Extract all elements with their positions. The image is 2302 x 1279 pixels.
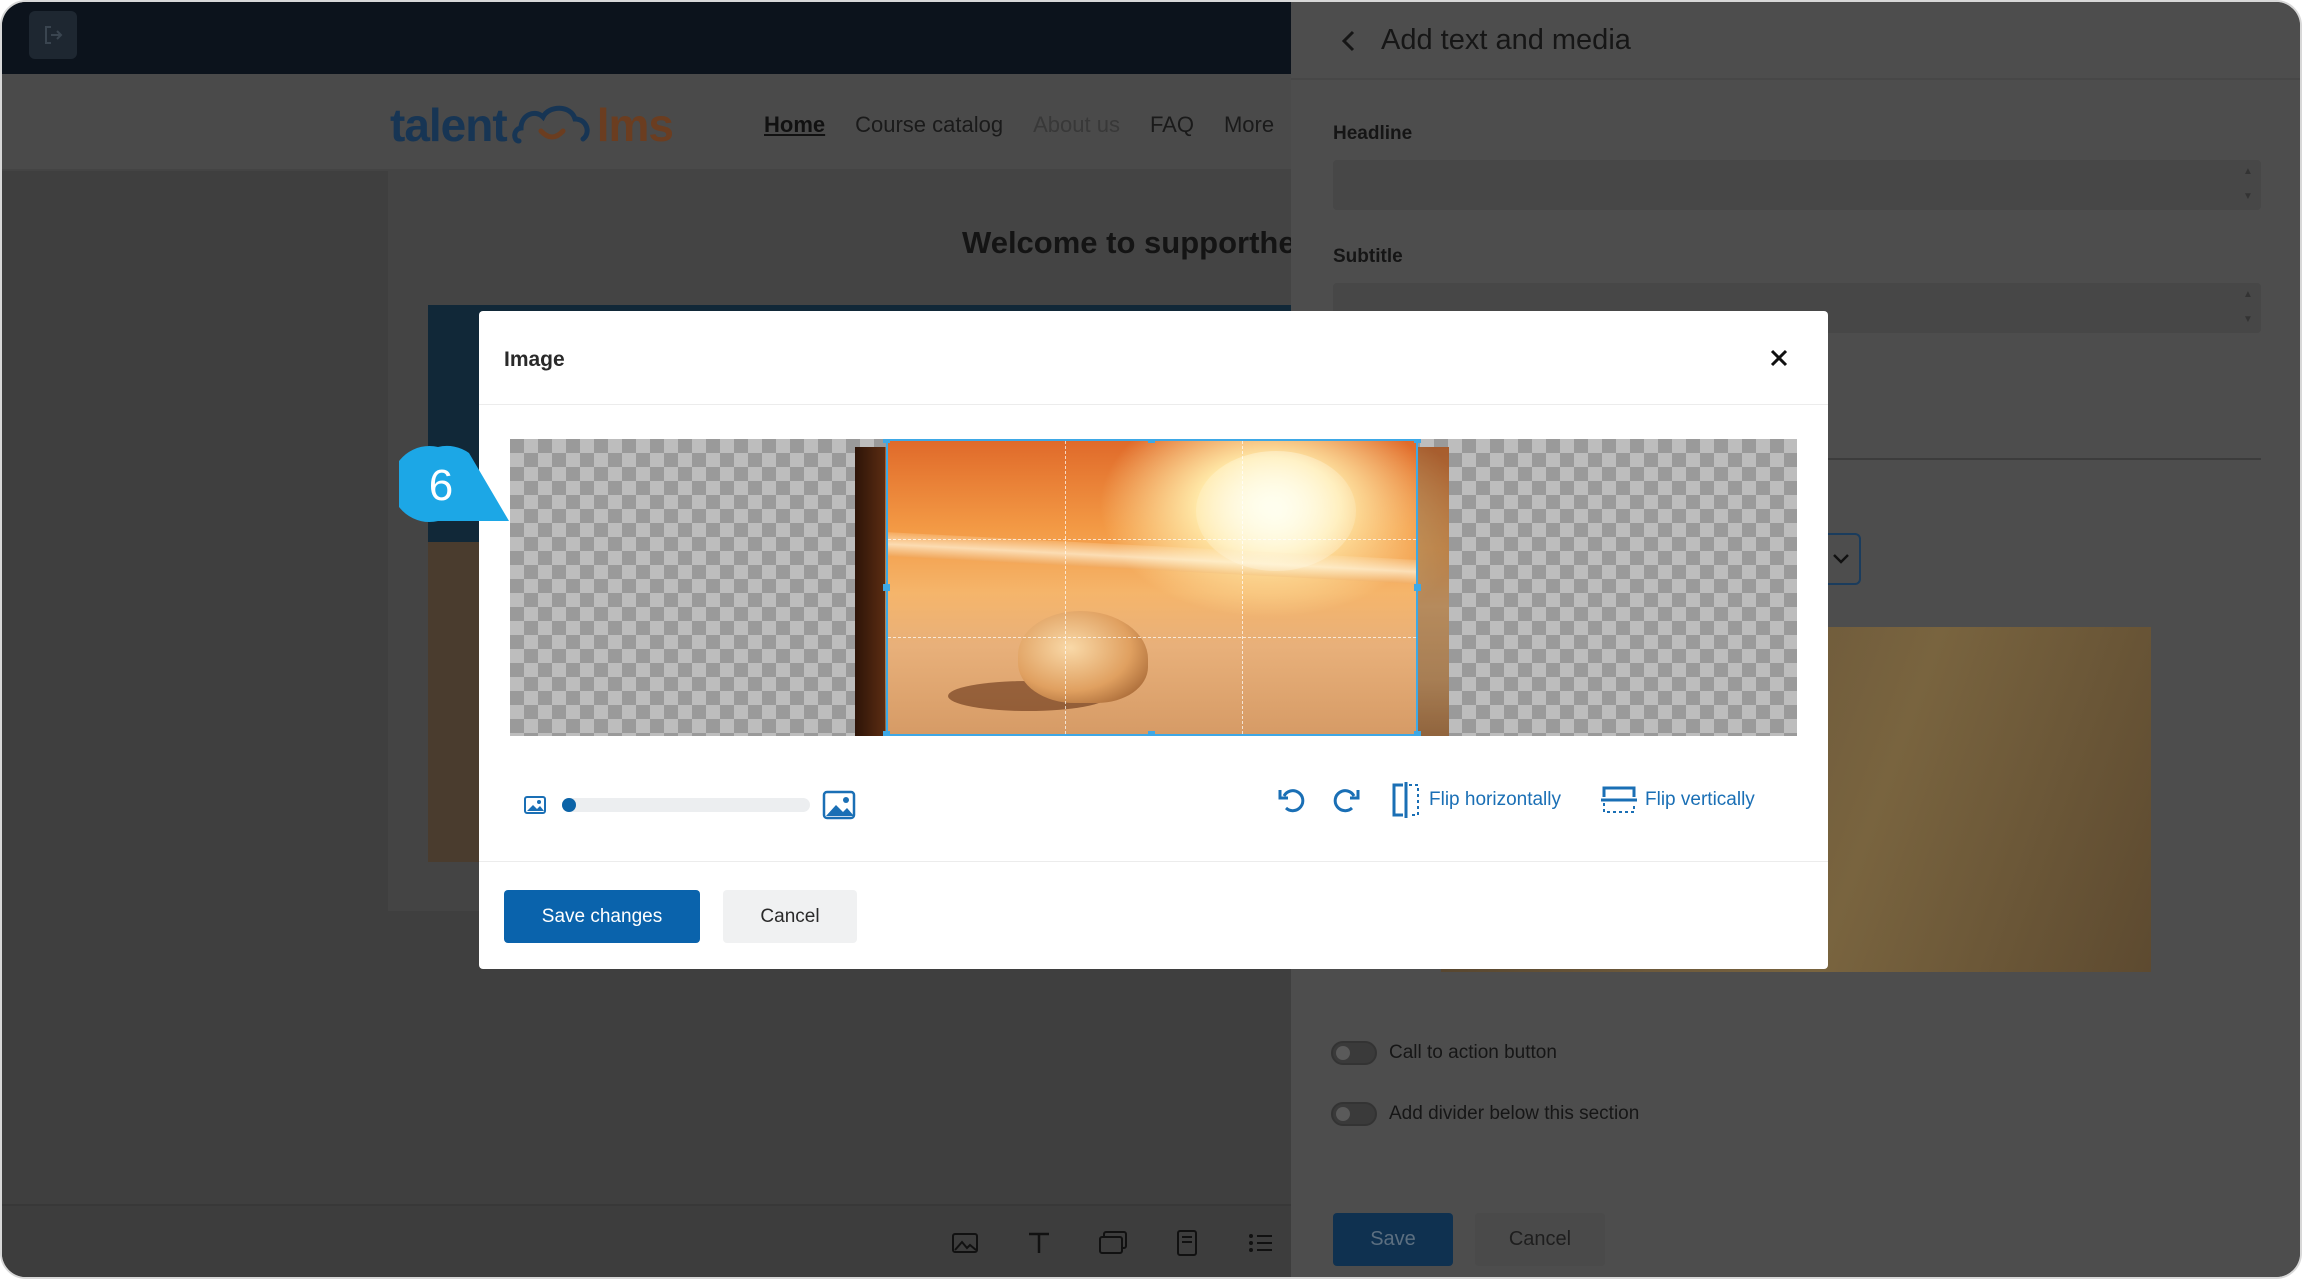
layout-select[interactable] (1823, 533, 1861, 585)
modal-title: Image (504, 348, 565, 371)
flip-vertical-icon (1601, 786, 1637, 813)
rotate-left-button[interactable] (1273, 781, 1311, 819)
crop-grid-line (888, 539, 1416, 540)
image-tools: Flip horizontally Flip vertically (1273, 781, 1785, 819)
crop-handle-top-left[interactable] (883, 439, 890, 443)
zoom-slider-knob[interactable] (562, 798, 576, 812)
crop-handle-bottom-left[interactable] (883, 731, 890, 736)
headline-input[interactable]: ▲ ▼ (1333, 160, 2261, 210)
zoom-slider[interactable] (562, 798, 810, 812)
rotate-left-icon (1278, 789, 1305, 813)
crop-handle-right[interactable] (1414, 584, 1421, 591)
divider-toggle[interactable] (1331, 1102, 1377, 1126)
flip-horizontal-label: Flip horizontally (1429, 789, 1561, 810)
editor-topbar (2, 2, 1291, 74)
zoom-control (524, 790, 856, 820)
close-icon (1770, 349, 1788, 367)
site-header: talent lms Home Course catalog About us … (2, 74, 1291, 171)
nav-home[interactable]: Home (764, 112, 825, 138)
crop-handle-top-right[interactable] (1414, 439, 1421, 443)
insert-book-icon[interactable] (1172, 1228, 1202, 1258)
app-frame: talent lms Home Course catalog About us … (0, 0, 2302, 1279)
divider-toggle-row[interactable]: Add divider below this section (1331, 1102, 1639, 1126)
editor-bottom-toolbar (2, 1204, 1291, 1277)
modal-divider-bottom (479, 861, 1828, 862)
insert-list-icon[interactable] (1246, 1228, 1276, 1258)
nav-more[interactable]: More (1224, 112, 1274, 138)
resize-handle-icon: ▲ ▼ (2243, 166, 2253, 202)
panel-title: Add text and media (1381, 24, 1631, 56)
insert-text-icon[interactable] (1024, 1228, 1054, 1258)
exit-button[interactable] (29, 11, 77, 59)
site-nav: Home Course catalog About us FAQ More (764, 112, 1274, 138)
image-modal: Image Flip horizontally Flip vertically … (479, 311, 1828, 969)
panel-save-button[interactable]: Save (1333, 1213, 1453, 1266)
flip-vertical-button[interactable]: Flip vertically (1601, 785, 1755, 815)
crop-handle-bottom[interactable] (1148, 731, 1155, 736)
exit-icon (45, 26, 63, 44)
crop-grid-line (1065, 441, 1066, 734)
nav-faq[interactable]: FAQ (1150, 112, 1194, 138)
image-seashell (1018, 611, 1148, 703)
insert-gallery-icon[interactable] (1098, 1228, 1128, 1258)
resize-handle-icon: ▲ ▼ (2243, 289, 2253, 325)
rotate-right-button[interactable] (1327, 781, 1365, 819)
close-button[interactable] (1764, 343, 1794, 373)
logo-text-lms: lms (596, 99, 674, 151)
modal-divider-top (479, 404, 1828, 405)
cta-toggle[interactable] (1331, 1041, 1377, 1065)
logo-text-talent: talent (390, 99, 508, 151)
welcome-heading: Welcome to supporther (962, 225, 1308, 260)
image-large-icon[interactable] (822, 790, 856, 820)
rotate-right-icon (1333, 789, 1360, 813)
crop-grid-line (888, 637, 1416, 638)
site-logo[interactable]: talent lms (390, 96, 674, 154)
image-crop-editor[interactable] (510, 439, 1797, 736)
chevron-left-icon[interactable] (1337, 26, 1361, 56)
divider-toggle-label: Add divider below this section (1389, 1103, 1640, 1124)
image-small-icon[interactable] (524, 795, 546, 815)
cloud-logo-icon (511, 105, 590, 144)
crop-handle-top[interactable] (1148, 439, 1155, 443)
panel-cancel-button[interactable]: Cancel (1475, 1213, 1605, 1266)
image-edge (855, 447, 885, 736)
panel-header: Add text and media (1291, 2, 2300, 80)
save-changes-button[interactable]: Save changes (504, 890, 700, 943)
headline-label: Headline (1333, 123, 1413, 144)
flip-vertical-label: Flip vertically (1645, 789, 1755, 810)
cta-toggle-label: Call to action button (1389, 1042, 1557, 1063)
subtitle-label: Subtitle (1333, 246, 1403, 267)
crop-handle-left[interactable] (883, 584, 890, 591)
nav-about-us[interactable]: About us (1033, 112, 1120, 138)
cta-toggle-row[interactable]: Call to action button (1331, 1041, 1557, 1065)
nav-course-catalog[interactable]: Course catalog (855, 112, 1003, 138)
step-number: 6 (428, 461, 454, 510)
flip-horizontal-icon (1392, 782, 1419, 818)
crop-handle-bottom-right[interactable] (1414, 731, 1421, 736)
flip-horizontal-button[interactable]: Flip horizontally (1391, 782, 1561, 818)
crop-grid-line (1242, 441, 1243, 734)
chevron-down-icon (1833, 554, 1849, 564)
cancel-button[interactable]: Cancel (723, 890, 857, 943)
insert-image-icon[interactable] (950, 1228, 980, 1258)
crop-box[interactable] (886, 439, 1418, 736)
